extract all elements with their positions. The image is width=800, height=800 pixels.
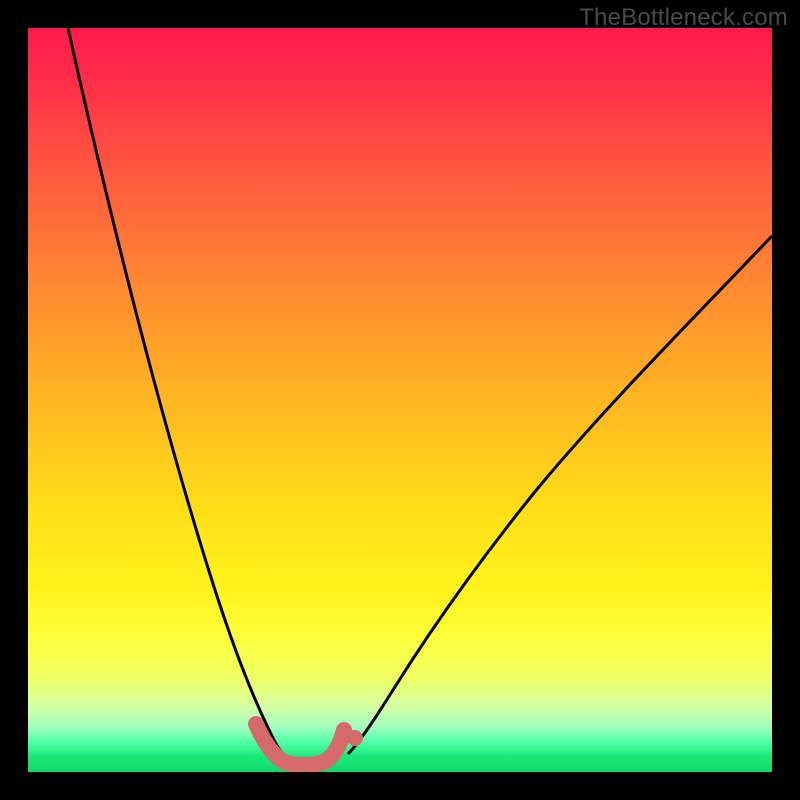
chart-svg <box>28 28 772 772</box>
outer-frame: TheBottleneck.com <box>0 0 800 800</box>
watermark-text: TheBottleneck.com <box>579 4 788 32</box>
curve-left-branch <box>68 28 290 760</box>
valley-dot <box>347 730 363 746</box>
gradient-plot-area <box>28 28 772 772</box>
curve-right-branch <box>348 236 772 754</box>
